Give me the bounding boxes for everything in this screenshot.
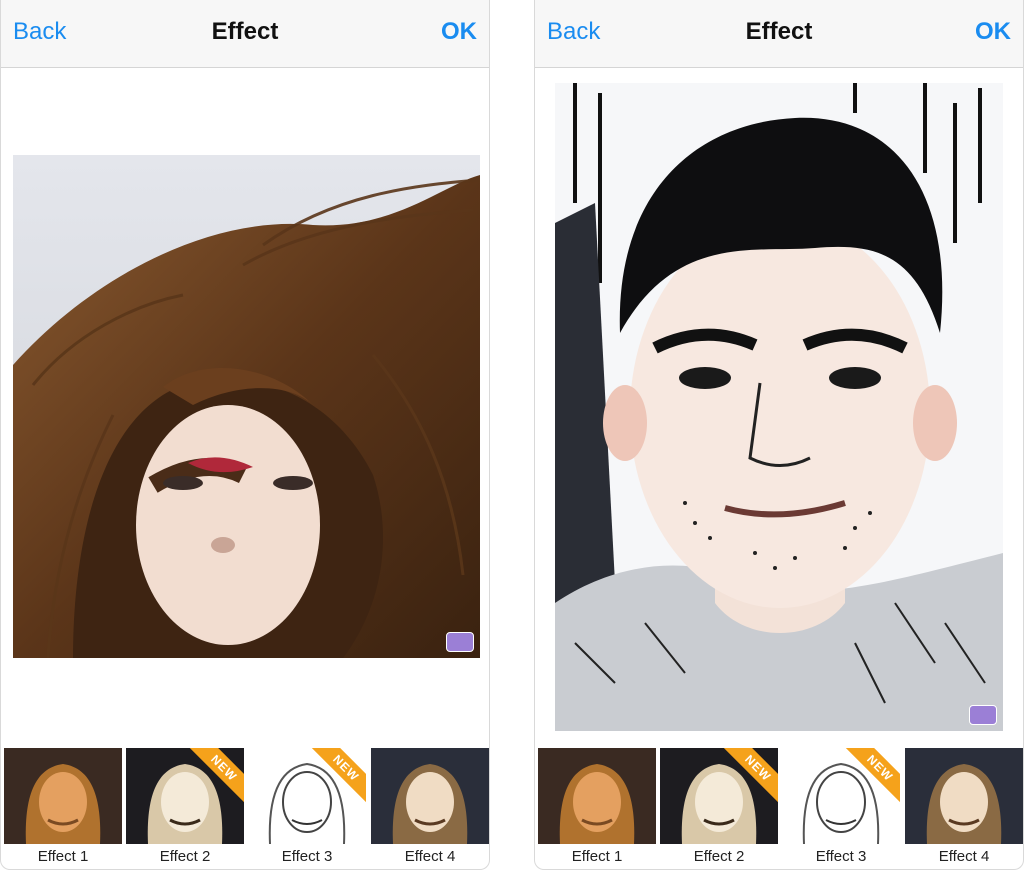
effect-thumbnail: NEW	[660, 748, 778, 844]
page-title: Effect	[745, 18, 813, 45]
effect-label: Effect 1	[37, 848, 89, 865]
effect-option-1[interactable]: Effect 1	[538, 748, 656, 869]
effect-label: Effect 4	[404, 848, 456, 865]
ok-button[interactable]: OK	[441, 18, 477, 46]
effect-thumbnail	[4, 748, 122, 844]
effect-label: Effect 4	[938, 848, 990, 865]
ok-button[interactable]: OK	[975, 18, 1011, 46]
watermark-logo-icon	[446, 632, 474, 652]
page-title: Effect	[211, 18, 279, 45]
effect-label: Effect 1	[571, 848, 623, 865]
effect-label: Effect 3	[815, 848, 867, 865]
effect-option-3[interactable]: NEW Effect 3	[248, 748, 366, 869]
effect-thumbnail: NEW	[126, 748, 244, 844]
phone-screen-left: Back Effect OK Effect 1 NEW Effect 2 NEW…	[0, 0, 490, 870]
navbar: Back Effect OK	[1, 0, 489, 68]
effect-option-3[interactable]: NEW Effect 3	[782, 748, 900, 869]
effect-option-4[interactable]: Effect 4	[371, 748, 489, 869]
effect-thumbnail: NEW	[782, 748, 900, 844]
navbar: Back Effect OK	[535, 0, 1023, 68]
effect-option-4[interactable]: Effect 4	[905, 748, 1023, 869]
effect-label: Effect 2	[159, 848, 211, 865]
effects-strip: Effect 1 NEW Effect 2 NEW Effect 3 Effec…	[535, 748, 1023, 869]
effect-option-1[interactable]: Effect 1	[4, 748, 122, 869]
effect-option-2[interactable]: NEW Effect 2	[126, 748, 244, 869]
effect-thumbnail	[538, 748, 656, 844]
effect-thumbnail	[371, 748, 489, 844]
watermark-logo-icon	[969, 705, 997, 725]
effect-thumbnail	[905, 748, 1023, 844]
effect-label: Effect 2	[693, 848, 745, 865]
effect-label: Effect 3	[281, 848, 333, 865]
effect-thumbnail: NEW	[248, 748, 366, 844]
effect-preview-image	[13, 155, 480, 658]
effects-strip: Effect 1 NEW Effect 2 NEW Effect 3 Effec…	[1, 748, 489, 869]
phone-screen-right: Back Effect OK Effect 1 NEW Effect 2 NEW…	[534, 0, 1024, 870]
effect-option-2[interactable]: NEW Effect 2	[660, 748, 778, 869]
effect-preview-image	[555, 83, 1003, 731]
